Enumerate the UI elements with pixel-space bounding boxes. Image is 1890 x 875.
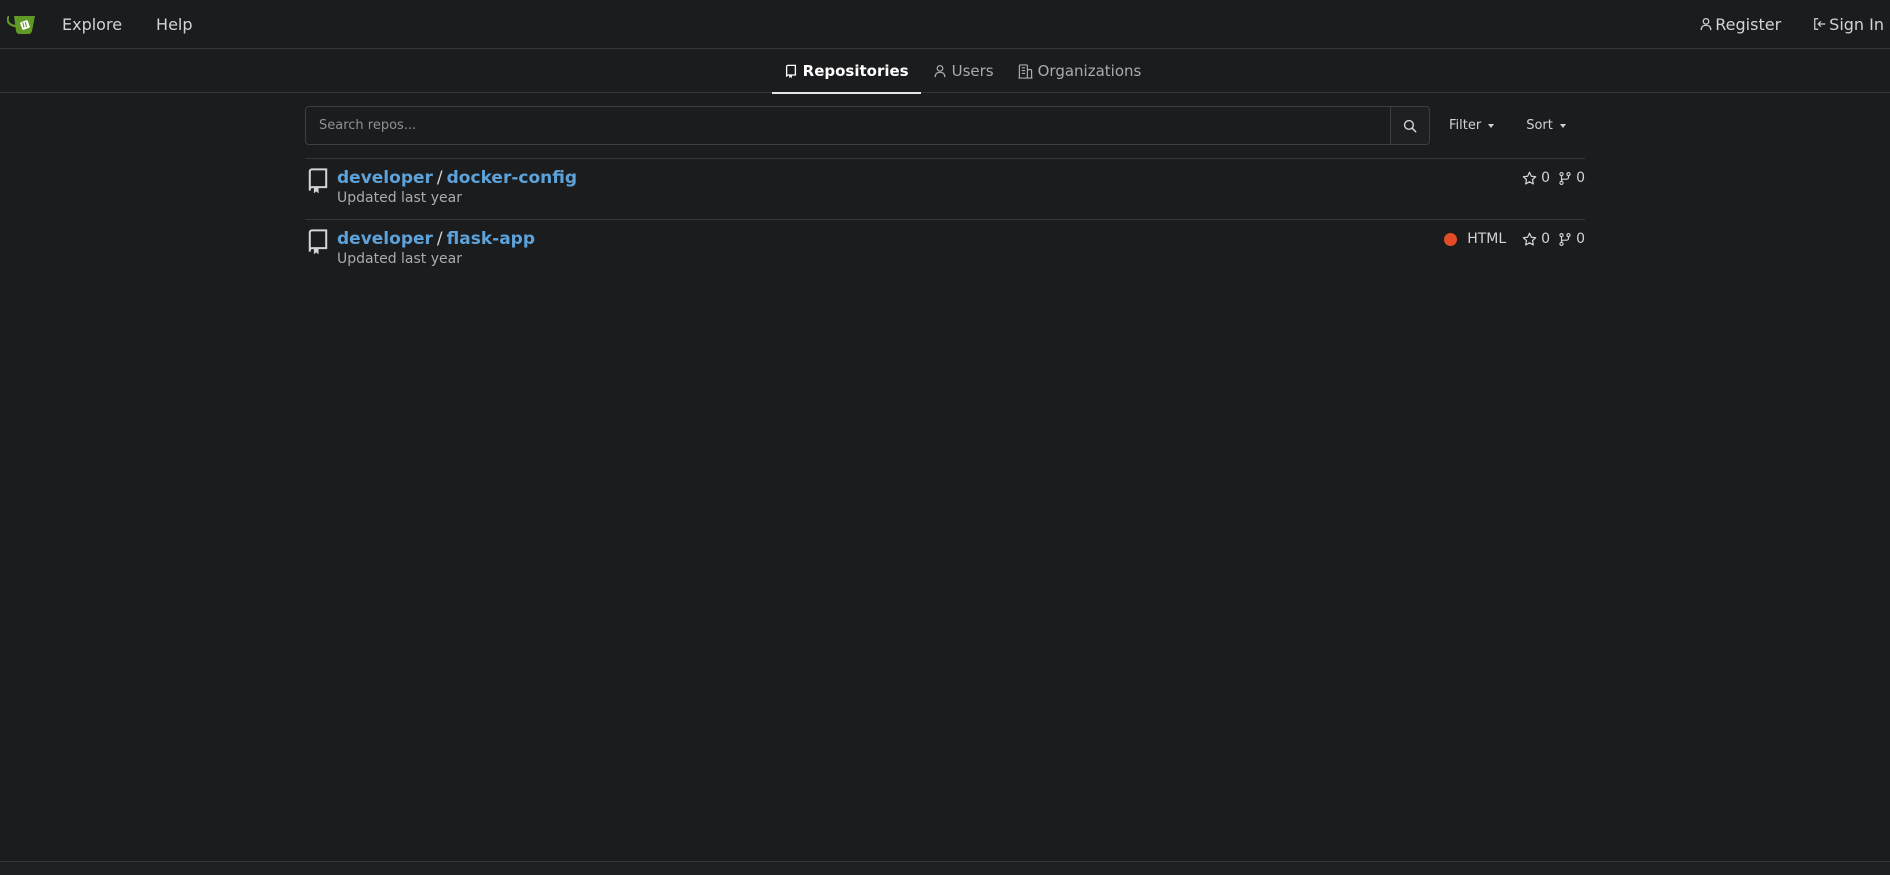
register-label: Register — [1715, 14, 1782, 34]
sort-dropdown[interactable]: Sort — [1526, 118, 1566, 133]
repo-title: developer / docker-config — [337, 168, 577, 188]
tab-organizations[interactable]: Organizations — [1006, 49, 1154, 93]
search-button[interactable] — [1391, 106, 1430, 145]
list-item: developer / docker-config Updated last y… — [305, 159, 1585, 220]
nav-help-link[interactable]: Help — [156, 15, 192, 34]
explore-tab-bar: Repositories Users Organizations — [0, 49, 1890, 94]
fork-icon — [1559, 171, 1571, 185]
repo-title: developer / flask-app — [337, 229, 535, 249]
gitea-logo-icon[interactable] — [6, 8, 38, 40]
repo-forks[interactable]: 0 — [1558, 231, 1585, 247]
top-navbar: Explore Help Register Sign In — [0, 0, 1890, 49]
explore-content: Filter Sort developer / docker-config Up… — [305, 106, 1585, 281]
sort-label: Sort — [1526, 118, 1553, 133]
caret-down-icon — [1559, 124, 1566, 128]
caret-down-icon — [1488, 124, 1495, 128]
fork-icon — [1559, 232, 1571, 246]
repo-forks-count: 0 — [1576, 170, 1585, 186]
tab-users[interactable]: Users — [921, 49, 1006, 93]
explore-tabs: Repositories Users Organizations — [771, 49, 1154, 94]
organization-icon — [1018, 63, 1033, 79]
list-item: developer / flask-app Updated last year … — [305, 220, 1585, 281]
repo-stars-count: 0 — [1541, 231, 1551, 247]
language-color-dot — [1444, 232, 1458, 246]
person-icon — [1700, 17, 1712, 31]
repo-forks[interactable]: 0 — [1558, 170, 1585, 186]
repo-stars[interactable]: 0 — [1522, 170, 1550, 186]
filter-label: Filter — [1449, 118, 1482, 133]
repo-name-link[interactable]: flask-app — [447, 229, 535, 249]
repo-name-link[interactable]: docker-config — [447, 168, 577, 188]
repo-stars-count: 0 — [1541, 170, 1551, 186]
filter-dropdown[interactable]: Filter — [1449, 118, 1495, 133]
repo-updated-time: Updated last year — [337, 251, 462, 267]
repo-icon — [307, 168, 329, 198]
tab-users-label: Users — [951, 62, 994, 80]
signin-link[interactable]: Sign In — [1813, 15, 1884, 34]
tab-organizations-label: Organizations — [1037, 62, 1142, 80]
repo-separator: / — [436, 168, 443, 188]
repo-updated-time: Updated last year — [337, 190, 462, 206]
star-icon — [1522, 232, 1537, 246]
person-icon — [934, 64, 946, 78]
repo-separator: / — [436, 229, 443, 249]
repo-forks-count: 0 — [1576, 231, 1585, 247]
repo-icon — [785, 64, 796, 78]
register-link[interactable]: Register — [1699, 15, 1781, 34]
repo-meta: HTML 0 0 — [1444, 231, 1585, 247]
navbar-right: Register Sign In — [1667, 0, 1884, 48]
repo-stars[interactable]: 0 — [1522, 231, 1550, 247]
tab-repositories-label: Repositories — [802, 62, 909, 80]
search-repos-input[interactable] — [305, 106, 1391, 145]
navbar-left: Explore Help — [6, 0, 227, 48]
search-icon — [1403, 119, 1417, 132]
repo-language: HTML — [1467, 231, 1507, 247]
sign-in-icon — [1814, 18, 1826, 30]
page-footer — [0, 861, 1890, 875]
repo-icon — [307, 229, 329, 259]
search-row: Filter Sort — [305, 106, 1585, 145]
tab-repositories[interactable]: Repositories — [771, 49, 921, 94]
signin-label: Sign In — [1829, 14, 1884, 34]
repo-meta: 0 0 — [1514, 170, 1585, 186]
repo-owner-link[interactable]: developer — [337, 229, 433, 249]
repo-list: developer / docker-config Updated last y… — [305, 158, 1585, 281]
repo-owner-link[interactable]: developer — [337, 168, 433, 188]
nav-explore-link[interactable]: Explore — [62, 15, 122, 34]
star-icon — [1522, 171, 1537, 185]
